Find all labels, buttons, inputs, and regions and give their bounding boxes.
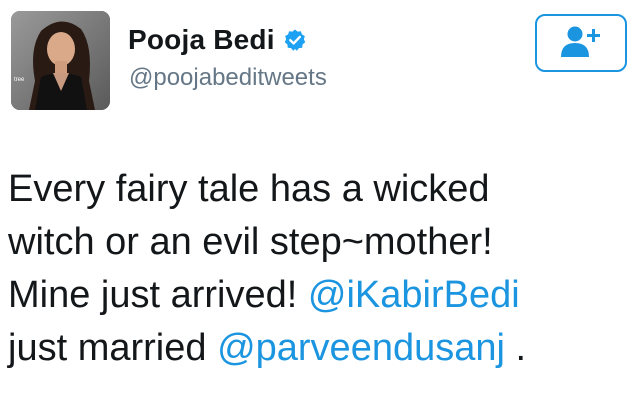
tweet-line-4-tail: . (504, 327, 527, 369)
user-handle[interactable]: @poojabeditweets (129, 64, 327, 92)
tweet-text: Every fairy tale has a wicked witch or a… (8, 163, 628, 375)
follow-button[interactable] (535, 14, 627, 72)
avatar-photo: tree (11, 11, 110, 110)
avatar[interactable]: tree (11, 11, 110, 110)
tweet-line-3: Mine just arrived! @iKabirBedi (8, 269, 628, 322)
display-name[interactable]: Pooja Bedi (128, 24, 275, 56)
tweet-line-1: Every fairy tale has a wicked (8, 168, 490, 210)
tweet-line-3-text: Mine just arrived! (8, 274, 308, 316)
name-row: Pooja Bedi (128, 22, 307, 58)
tweet-line-4: just married @parveendusanj . (8, 322, 628, 375)
follow-user-plus-icon (558, 24, 604, 63)
verified-badge-icon (283, 28, 307, 52)
tweet-card: tree Pooja Bedi @poojabeditweets Every f… (0, 0, 640, 402)
mention-link-parveendusanj[interactable]: @parveendusanj (217, 327, 505, 369)
tweet-line-2: witch or an evil step~mother! (8, 221, 493, 263)
mention-link-ikabirbedi[interactable]: @iKabirBedi (308, 274, 520, 316)
tweet-line-4-text: just married (8, 327, 218, 369)
svg-text:tree: tree (14, 77, 25, 83)
